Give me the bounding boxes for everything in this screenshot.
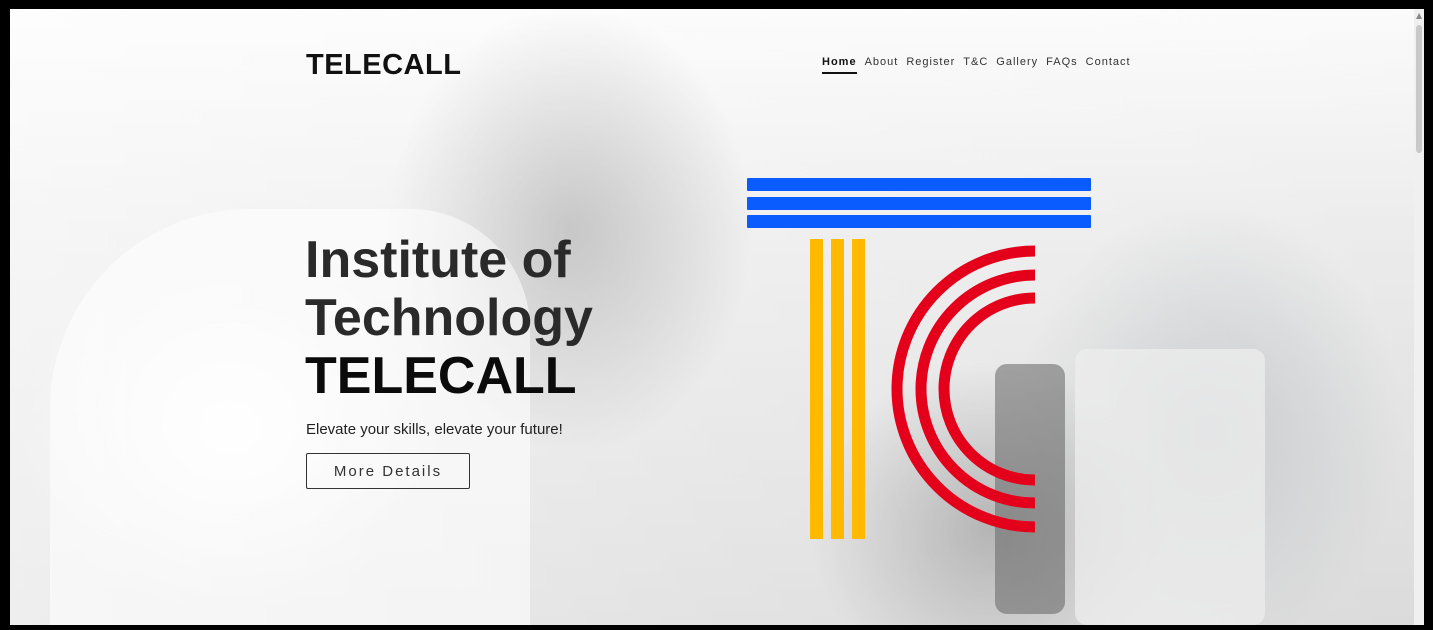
hero-tagline: Elevate your skills, elevate your future… (306, 421, 563, 438)
logo-horizontal-bars (747, 178, 1091, 228)
scroll-up-arrow-icon[interactable]: ▲ (1416, 12, 1422, 20)
nav-item-home[interactable]: Home (822, 56, 857, 74)
tc-logo-icon (747, 178, 1091, 539)
nav-item-tandc[interactable]: T&C (963, 56, 988, 74)
nav-item-register[interactable]: Register (906, 56, 955, 74)
logo-vertical-columns (810, 239, 865, 539)
logo-arcs (891, 245, 1036, 533)
scrollbar-thumb[interactable] (1416, 25, 1422, 153)
hero-headline-line3: TELECALL (305, 347, 577, 405)
nav-item-contact[interactable]: Contact (1086, 56, 1131, 74)
more-details-button[interactable]: More Details (306, 453, 470, 489)
nav-item-about[interactable]: About (865, 56, 899, 74)
hero-headline: Institute of Technology TELECALL (305, 231, 593, 405)
browser-viewport: TELECALL Home About Register T&C Gallery… (10, 9, 1424, 625)
hero-headline-line2: Technology (305, 289, 593, 347)
hero-headline-line1: Institute of (305, 231, 571, 289)
main-navigation: Home About Register T&C Gallery FAQs Con… (822, 56, 1139, 74)
vertical-scrollbar[interactable]: ▲ (1414, 9, 1424, 625)
site-logo-text[interactable]: TELECALL (306, 49, 461, 82)
nav-item-gallery[interactable]: Gallery (996, 56, 1038, 74)
nav-item-faqs[interactable]: FAQs (1046, 56, 1078, 74)
